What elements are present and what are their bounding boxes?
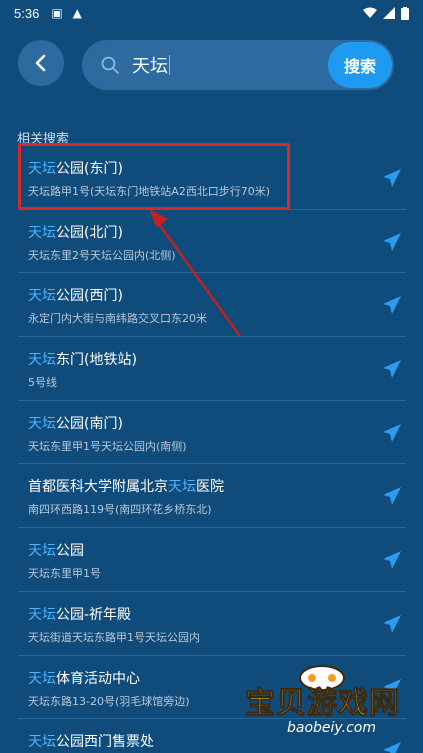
watermark-text: 宝贝游戏网	[245, 686, 400, 722]
watermark-domain: baobeiy.com	[287, 720, 376, 736]
watermark-logo: 宝贝游戏网 baobeiy.com	[245, 660, 420, 750]
annotation-arrow	[149, 208, 242, 337]
